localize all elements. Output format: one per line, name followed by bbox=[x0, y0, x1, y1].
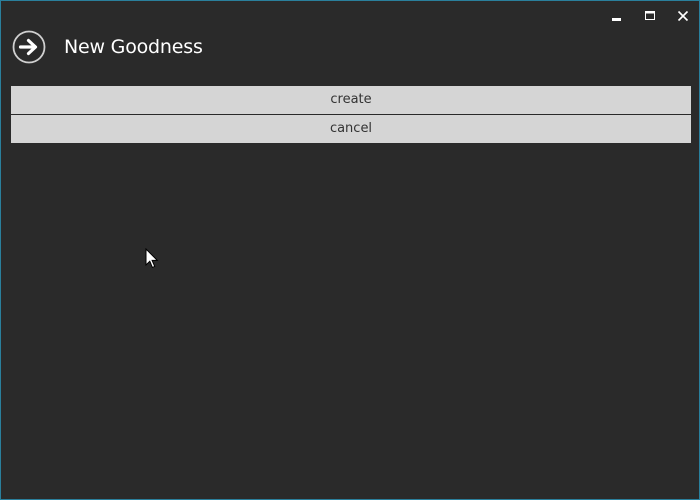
maximize-button[interactable] bbox=[633, 1, 666, 31]
back-button[interactable] bbox=[12, 30, 46, 64]
close-icon bbox=[677, 10, 688, 22]
minimize-button[interactable] bbox=[600, 1, 633, 31]
mouse-cursor-icon bbox=[145, 248, 159, 269]
arrow-right-circle-icon bbox=[12, 30, 46, 64]
close-button[interactable] bbox=[666, 1, 699, 31]
maximize-icon bbox=[644, 11, 655, 20]
action-buttons: create cancel bbox=[11, 86, 691, 144]
app-window: New Goodness create cancel bbox=[0, 0, 700, 500]
minimize-icon bbox=[611, 18, 621, 21]
window-controls bbox=[600, 1, 699, 31]
page-header: New Goodness bbox=[12, 30, 203, 64]
cancel-button[interactable]: cancel bbox=[11, 115, 691, 143]
create-button[interactable]: create bbox=[11, 86, 691, 114]
page-title: New Goodness bbox=[64, 36, 203, 58]
